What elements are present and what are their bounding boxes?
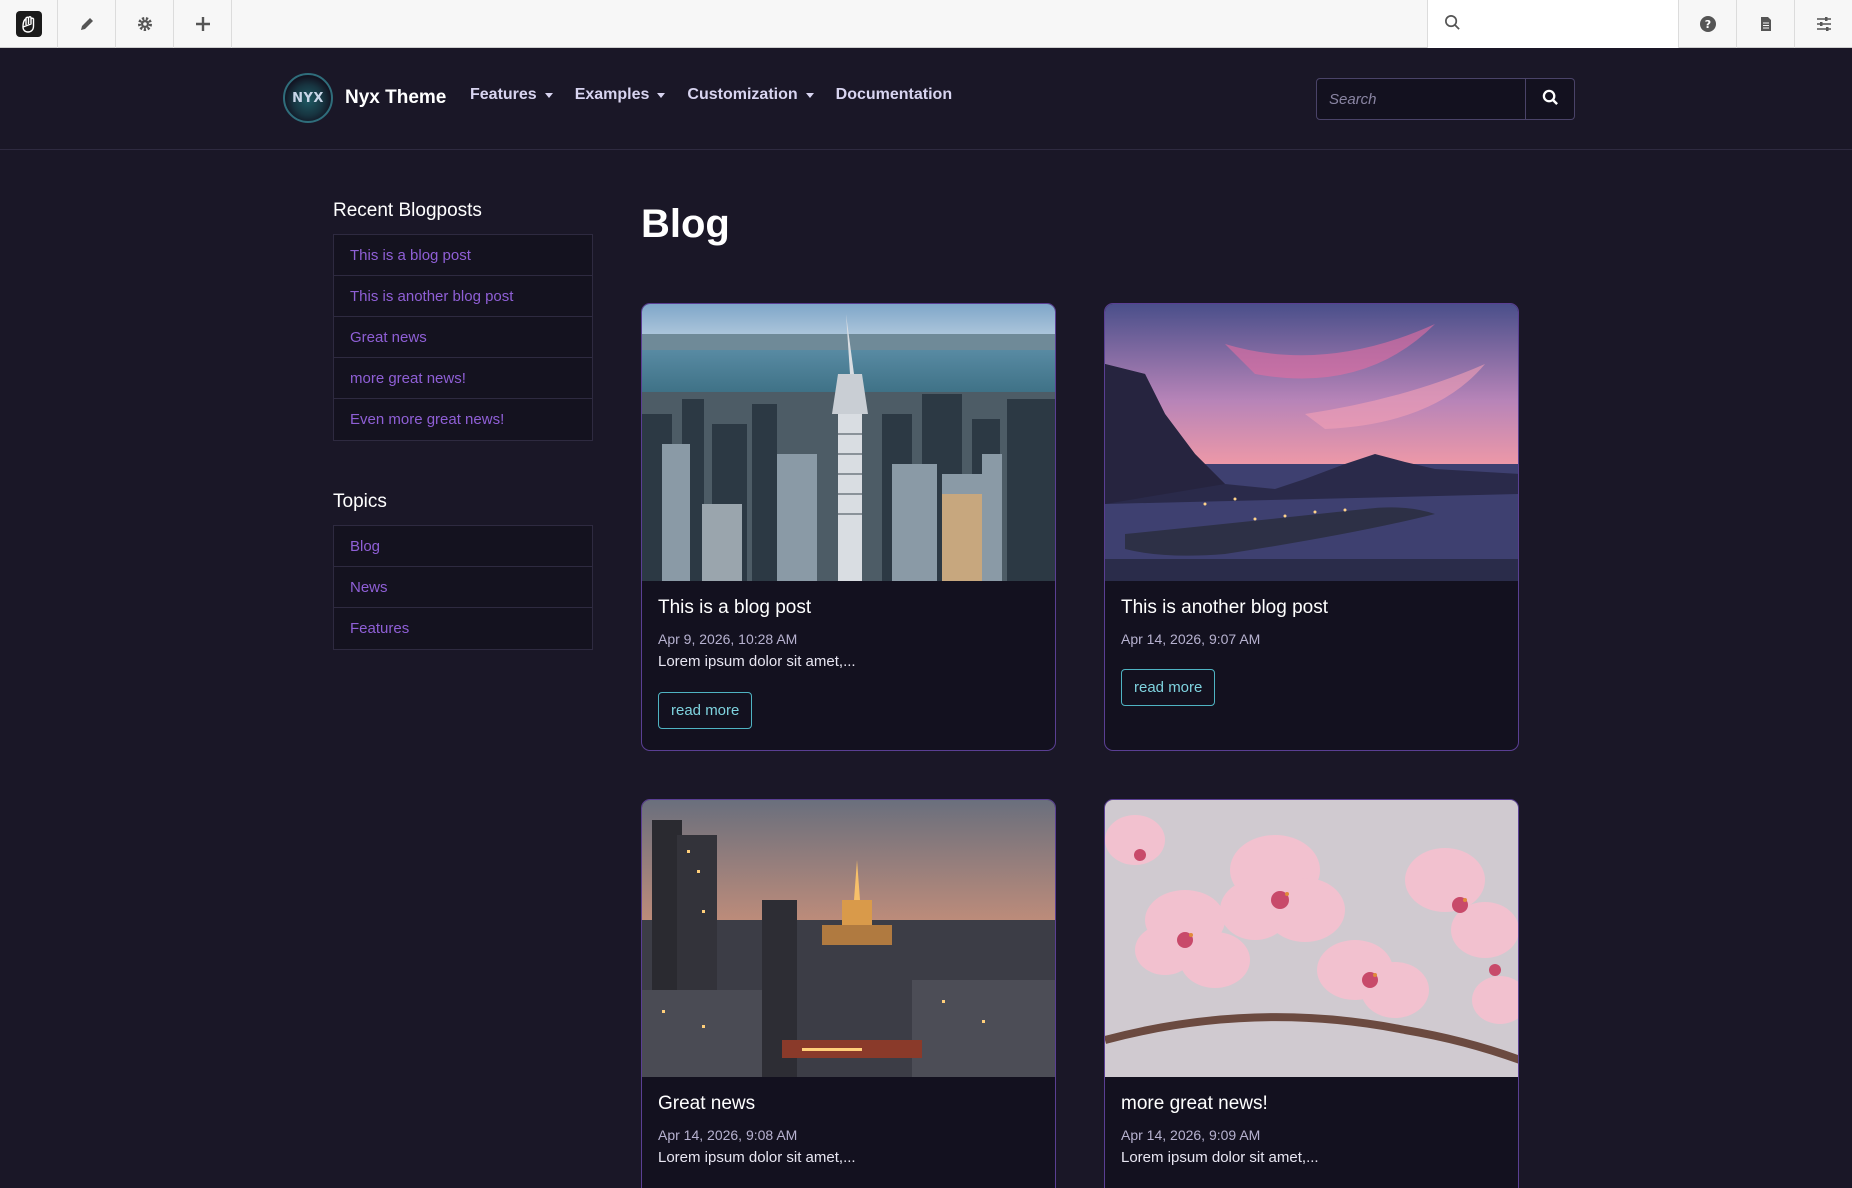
blog-card: more great news! Apr 14, 2026, 9:09 AM L… (1104, 799, 1519, 1188)
nav-search (1316, 78, 1575, 120)
search-button[interactable] (1526, 78, 1575, 120)
recent-post-link[interactable]: This is another blog post (334, 276, 592, 317)
brand-name[interactable]: Nyx Theme (345, 87, 446, 109)
card-title[interactable]: This is a blog post (658, 597, 1039, 625)
cms-logo-icon[interactable] (0, 0, 58, 48)
caret-down-icon (657, 92, 666, 98)
search-input[interactable] (1316, 78, 1526, 120)
search-icon (1542, 89, 1559, 110)
card-date: Apr 14, 2026, 9:08 AM (658, 1127, 798, 1143)
coastal-sunset-image[interactable] (1105, 304, 1518, 581)
nav-links: Features Examples Customization Document… (470, 86, 974, 104)
topic-link-features[interactable]: Features (334, 608, 592, 649)
nav-link-documentation[interactable]: Documentation (836, 86, 952, 104)
pages-icon[interactable] (1736, 0, 1794, 48)
caret-down-icon (805, 92, 814, 98)
topics-heading: Topics (333, 491, 387, 512)
cherry-blossom-image[interactable] (1105, 800, 1518, 1077)
pencil-icon[interactable] (58, 0, 116, 48)
topics-list: Blog News Features (333, 525, 593, 650)
nav-link-features[interactable]: Features (470, 86, 553, 104)
nav-link-customization[interactable]: Customization (687, 86, 814, 104)
card-date: Apr 9, 2026, 10:28 AM (658, 631, 798, 647)
city-dusk-image[interactable] (642, 800, 1055, 1077)
card-title[interactable]: This is another blog post (1121, 597, 1502, 625)
plus-icon[interactable] (174, 0, 232, 48)
help-icon[interactable]: ? (1678, 0, 1736, 48)
blog-card: This is a blog post Apr 9, 2026, 10:28 A… (641, 303, 1056, 751)
topic-link-blog[interactable]: Blog (334, 526, 592, 567)
sidebar: Recent Blogposts This is a blog post Thi… (333, 200, 593, 650)
brand[interactable]: NYX Nyx Theme (283, 73, 446, 123)
cms-toolbar: ? (0, 0, 1852, 48)
city-skyline-image[interactable] (642, 304, 1055, 581)
nyx-logo[interactable]: NYX (283, 73, 333, 123)
card-excerpt: Lorem ipsum dolor sit amet,... (658, 1149, 856, 1166)
card-title[interactable]: Great news (658, 1093, 1039, 1121)
recent-post-link[interactable]: Even more great news! (334, 399, 592, 440)
recent-post-link[interactable]: This is a blog post (334, 235, 592, 276)
card-excerpt: Lorem ipsum dolor sit amet,... (658, 653, 856, 670)
recent-blogposts-heading: Recent Blogposts (333, 200, 482, 221)
read-more-button[interactable]: read more (658, 692, 753, 729)
page-title: Blog (641, 202, 730, 246)
card-excerpt: Lorem ipsum dolor sit amet,... (1121, 1149, 1319, 1166)
card-title[interactable]: more great news! (1121, 1093, 1502, 1121)
card-date: Apr 14, 2026, 9:07 AM (1121, 631, 1261, 647)
blog-card: This is another blog post Apr 14, 2026, … (1104, 303, 1519, 751)
gear-icon[interactable] (116, 0, 174, 48)
recent-blogposts-list: This is a blog post This is another blog… (333, 234, 593, 441)
nav-link-examples[interactable]: Examples (575, 86, 666, 104)
site-navbar: NYX Nyx Theme Features Examples Customiz… (0, 48, 1852, 150)
card-date: Apr 14, 2026, 9:09 AM (1121, 1127, 1261, 1143)
caret-down-icon (544, 92, 553, 98)
settings-sliders-icon[interactable] (1794, 0, 1852, 48)
topic-link-news[interactable]: News (334, 567, 592, 608)
recent-post-link[interactable]: Great news (334, 317, 592, 358)
svg-text:?: ? (1704, 18, 1710, 31)
search-icon (1444, 14, 1461, 35)
blog-card: Great news Apr 14, 2026, 9:08 AM Lorem i… (641, 799, 1056, 1188)
read-more-button[interactable]: read more (1121, 669, 1216, 706)
toolbar-search-field[interactable] (1427, 0, 1678, 48)
recent-post-link[interactable]: more great news! (334, 358, 592, 399)
